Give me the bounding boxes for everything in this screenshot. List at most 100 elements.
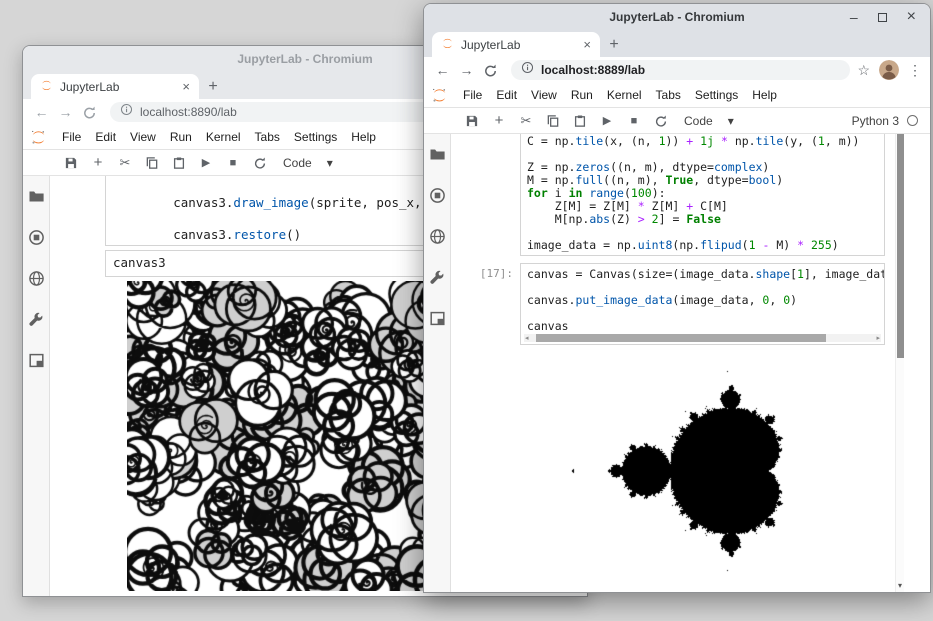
scroll-down-icon[interactable]: ▾ xyxy=(896,581,904,590)
vertical-scrollbar[interactable]: ▾ xyxy=(895,134,904,592)
navbar-right: ☆ ⋮ xyxy=(857,60,922,80)
file-browser-icon[interactable] xyxy=(429,146,446,163)
doodle-output-image xyxy=(127,281,462,591)
menu-file[interactable]: File xyxy=(55,130,88,144)
copy-cells-icon[interactable] xyxy=(545,113,561,129)
run-cell-icon[interactable]: ▶ xyxy=(599,113,615,129)
running-kernels-icon[interactable] xyxy=(28,229,45,246)
menu-view[interactable]: View xyxy=(524,88,564,102)
interrupt-kernel-icon[interactable]: ■ xyxy=(626,113,642,129)
new-tab-button[interactable]: + xyxy=(199,74,227,99)
interrupt-kernel-icon[interactable]: ■ xyxy=(225,155,241,171)
nav-back-icon[interactable]: ← xyxy=(31,104,52,120)
maximize-icon[interactable] xyxy=(878,13,887,22)
jupyter-logo-icon xyxy=(431,87,448,104)
cut-cells-icon[interactable]: ✂ xyxy=(117,155,133,171)
cell-type-value: Code xyxy=(684,114,713,128)
commands-icon[interactable] xyxy=(429,228,446,245)
browser-window-front[interactable]: JupyterLab - Chromium – × JupyterLab × +… xyxy=(423,3,931,593)
nav-refresh-icon[interactable] xyxy=(79,105,100,120)
menu-kernel[interactable]: Kernel xyxy=(600,88,649,102)
kernel-status-icon xyxy=(907,115,918,126)
save-icon[interactable] xyxy=(464,113,480,129)
menu-view[interactable]: View xyxy=(123,130,163,144)
chevron-down-icon: ▾ xyxy=(728,114,734,128)
menu-edit[interactable]: Edit xyxy=(88,130,123,144)
add-cell-icon[interactable]: + xyxy=(90,155,106,171)
menu-run[interactable]: Run xyxy=(564,88,600,102)
copy-cells-icon[interactable] xyxy=(144,155,160,171)
cut-cells-icon[interactable]: ✂ xyxy=(518,113,534,129)
nav-forward-icon[interactable]: → xyxy=(55,104,76,120)
horizontal-scrollbar[interactable]: ◂ ▸ xyxy=(524,334,881,342)
desktop: JupyterLab - Chromium JupyterLab × + ← → xyxy=(0,0,933,621)
window-controls: – × xyxy=(850,4,916,30)
nav-forward-icon[interactable]: → xyxy=(456,62,477,78)
address-bar[interactable]: localhost:8889/lab xyxy=(511,60,850,80)
nav-refresh-icon[interactable] xyxy=(480,63,501,78)
running-kernels-icon[interactable] xyxy=(429,187,446,204)
window-title: JupyterLab - Chromium xyxy=(609,10,744,24)
save-icon[interactable] xyxy=(63,155,79,171)
menu-settings[interactable]: Settings xyxy=(287,130,344,144)
add-cell-icon[interactable]: + xyxy=(491,113,507,129)
menu-settings[interactable]: Settings xyxy=(688,88,745,102)
browser-tab[interactable]: JupyterLab × xyxy=(432,32,600,57)
tab-close-icon[interactable]: × xyxy=(182,79,190,94)
cell-type-dropdown[interactable]: Code ▾ xyxy=(684,114,734,128)
kernel-indicator[interactable]: Python 3 xyxy=(852,114,918,128)
tab-strip: JupyterLab × + xyxy=(424,30,930,57)
file-browser-icon[interactable] xyxy=(28,188,45,205)
commands-icon[interactable] xyxy=(28,270,45,287)
browser-tab[interactable]: JupyterLab × xyxy=(31,74,199,99)
scroll-left-icon[interactable]: ◂ xyxy=(525,334,529,343)
menu-edit[interactable]: Edit xyxy=(489,88,524,102)
tab-label: JupyterLab xyxy=(461,38,520,52)
code-cell[interactable]: canvas = Canvas(size=(image_data.shape[1… xyxy=(520,263,885,345)
menu-tabs[interactable]: Tabs xyxy=(248,130,287,144)
menu-file[interactable]: File xyxy=(456,88,489,102)
info-icon[interactable] xyxy=(120,103,133,121)
paste-cells-icon[interactable] xyxy=(572,113,588,129)
menu-help[interactable]: Help xyxy=(745,88,784,102)
restart-kernel-icon[interactable] xyxy=(252,155,268,171)
menu-tabs[interactable]: Tabs xyxy=(649,88,688,102)
info-icon[interactable] xyxy=(521,61,534,79)
bookmark-star-icon[interactable]: ☆ xyxy=(857,62,870,79)
paste-cells-icon[interactable] xyxy=(171,155,187,171)
minimize-icon[interactable]: – xyxy=(850,10,858,24)
scrollbar-thumb[interactable] xyxy=(536,334,826,342)
scroll-right-icon[interactable]: ▸ xyxy=(876,334,880,343)
jupyter-favicon-icon xyxy=(441,37,454,53)
kernel-name: Python 3 xyxy=(852,114,899,128)
cell-type-dropdown[interactable]: Code ▾ xyxy=(283,156,333,170)
new-tab-button[interactable]: + xyxy=(600,32,628,57)
menu-kernel[interactable]: Kernel xyxy=(199,130,248,144)
open-tabs-icon[interactable] xyxy=(429,310,446,327)
nav-back-icon[interactable]: ← xyxy=(432,62,453,78)
chevron-down-icon: ▾ xyxy=(327,156,333,170)
notebook-panel[interactable]: C = np.tile(x, (n, 1)) + 1j * np.tile(y,… xyxy=(451,134,930,592)
tab-close-icon[interactable]: × xyxy=(583,37,591,52)
cell-type-value: Code xyxy=(283,156,312,170)
cell-prompt: [17]: xyxy=(451,267,513,280)
browser-navbar: ← → localhost:8889/lab ☆ ⋮ xyxy=(424,57,930,83)
menu-run[interactable]: Run xyxy=(163,130,199,144)
menu-help[interactable]: Help xyxy=(344,130,383,144)
jupyterlab-menubar: File Edit View Run Kernel Tabs Settings … xyxy=(424,83,930,108)
property-inspector-icon[interactable] xyxy=(429,269,446,286)
url-text: localhost:8890/lab xyxy=(140,105,237,119)
jupyter-logo-icon xyxy=(30,129,47,146)
profile-avatar[interactable] xyxy=(879,60,899,80)
restart-kernel-icon[interactable] xyxy=(653,113,669,129)
open-tabs-icon[interactable] xyxy=(28,352,45,369)
close-icon[interactable]: × xyxy=(907,9,916,25)
browser-menu-icon[interactable]: ⋮ xyxy=(908,62,922,79)
code-cell[interactable]: C = np.tile(x, (n, 1)) + 1j * np.tile(y,… xyxy=(520,134,885,256)
run-cell-icon[interactable]: ▶ xyxy=(198,155,214,171)
activity-bar xyxy=(424,134,451,592)
titlebar[interactable]: JupyterLab - Chromium – × xyxy=(424,4,930,30)
scrollbar-thumb[interactable] xyxy=(897,134,904,358)
notebook-toolbar: + ✂ ▶ ■ Code ▾ Python 3 xyxy=(424,108,930,134)
property-inspector-icon[interactable] xyxy=(28,311,45,328)
